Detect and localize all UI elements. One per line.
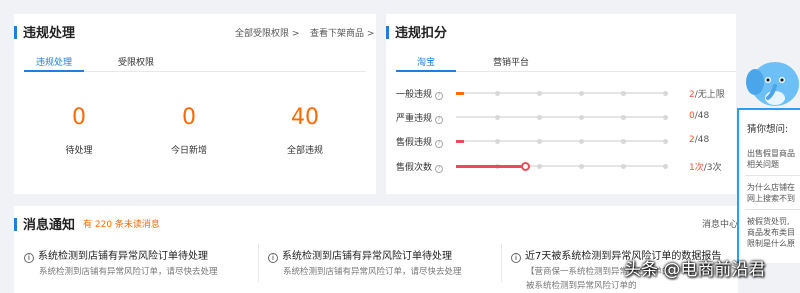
deduction-row-label: 售假违规? [396,135,444,148]
deduction-row-value: 0/48 [689,111,710,121]
help-item-3[interactable]: 被假货处罚, 商品发布类目 限制是什么原 [747,216,795,249]
deduction-row-label: 售假次数? [396,160,444,173]
deduction-row-label: 严重违规? [396,111,444,124]
divider [501,244,502,282]
deduction-progress-track [456,140,666,142]
watermark: 头条 @电商前沿君 [624,260,766,280]
violation-panel: 违规处理 全部受限权限 > 查看下架商品 > 违规处理 受限权限 0 待处理 0… [14,14,376,194]
deduction-progress-fill [456,164,526,168]
progress-tick [537,114,542,120]
tab-marketing-platform[interactable]: 营销平台 [481,55,541,68]
divider [258,244,259,282]
help-item-2[interactable]: 为什么店铺在 网上搜索不到 [747,182,795,204]
message-center-link[interactable]: 消息中心 [702,217,738,230]
info-icon: i [24,253,34,263]
active-tab-indicator [396,70,456,72]
deduction-title: 违规扣分 [386,22,447,41]
notice-item-1-desc: 系统检测到店铺有异常风险订单，请尽快去处理 [39,267,218,277]
progress-tick [663,163,668,169]
deduction-progress-fill [456,91,464,95]
notice-item-1[interactable]: i 系统检测到店铺有异常风险订单待处理 [24,247,208,263]
notice-item-3-desc-2: 被系统检测到异常风险订单的 [526,281,637,291]
messages-title: 消息通知 [14,214,75,233]
deduction-panel: 违规扣分 淘宝 营销平台 一般违规? 2/无上限严重违规? 0/48 售假违规? 2/4… [386,14,736,194]
tab-restricted-permissions[interactable]: 受限权限 [106,55,166,68]
progress-tick [495,114,500,120]
all-restricted-link[interactable]: 全部受限权限 > [235,26,299,39]
progress-tick [621,114,626,120]
help-item-1[interactable]: 出售假冒商品 相关问题 [747,148,795,170]
progress-tick [663,114,668,120]
help-panel: 猜你想问: 出售假冒商品 相关问题 为什么店铺在 网上搜索不到 被假货处罚, 商品发布… [737,108,800,263]
all-violations-count[interactable]: 40 [265,105,345,130]
deduction-row-value: 2/无上限 [689,90,725,100]
deduction-progress-fill [456,139,465,143]
progress-tick [537,90,542,96]
progress-tick [579,114,584,120]
all-violations-label: 全部违规 [286,146,323,156]
notice-item-2-desc: 系统检测到店铺有异常风险订单，请尽快去处理 [283,267,462,277]
help-icon[interactable]: ? [435,140,444,148]
progress-tick [495,138,500,144]
progress-tick [579,90,584,96]
progress-knob [521,161,531,171]
progress-tick [579,138,584,144]
progress-tick [621,163,626,169]
unread-count: 有 220 条未读消息 [83,220,160,230]
deduction-progress-track [456,92,666,94]
help-icon[interactable]: ? [435,92,444,100]
help-icon[interactable]: ? [435,165,444,173]
progress-tick [579,163,584,169]
info-icon: i [511,253,521,263]
removed-products-link[interactable]: 查看下架商品 > [310,26,374,39]
info-icon: i [268,253,278,263]
help-icon[interactable]: ? [435,116,444,124]
pending-label: 待处理 [65,146,93,156]
violation-title: 违规处理 [14,22,75,41]
progress-tick [495,90,500,96]
progress-tick [663,90,668,96]
active-tab-indicator [24,70,84,72]
deduction-row-value: 2/48 [689,135,710,145]
today-new-count[interactable]: 0 [149,105,229,130]
today-new-label: 今日新增 [170,146,207,156]
pending-count[interactable]: 0 [39,105,119,130]
deduction-row-value: 1次/3次 [689,163,722,173]
elephant-mascot-icon[interactable] [745,52,800,110]
progress-tick [537,138,542,144]
deduction-row-label: 一般违规? [396,87,444,100]
deduction-progress-track [456,116,666,118]
help-heading: 猜你想问: [747,124,789,135]
notice-item-2[interactable]: i 系统检测到店铺有异常风险订单待处理 [268,247,452,263]
tab-taobao[interactable]: 淘宝 [396,55,456,68]
progress-tick [663,138,668,144]
tab-violation-handling[interactable]: 违规处理 [24,55,84,68]
progress-tick [537,163,542,169]
progress-tick [621,138,626,144]
progress-tick [621,90,626,96]
